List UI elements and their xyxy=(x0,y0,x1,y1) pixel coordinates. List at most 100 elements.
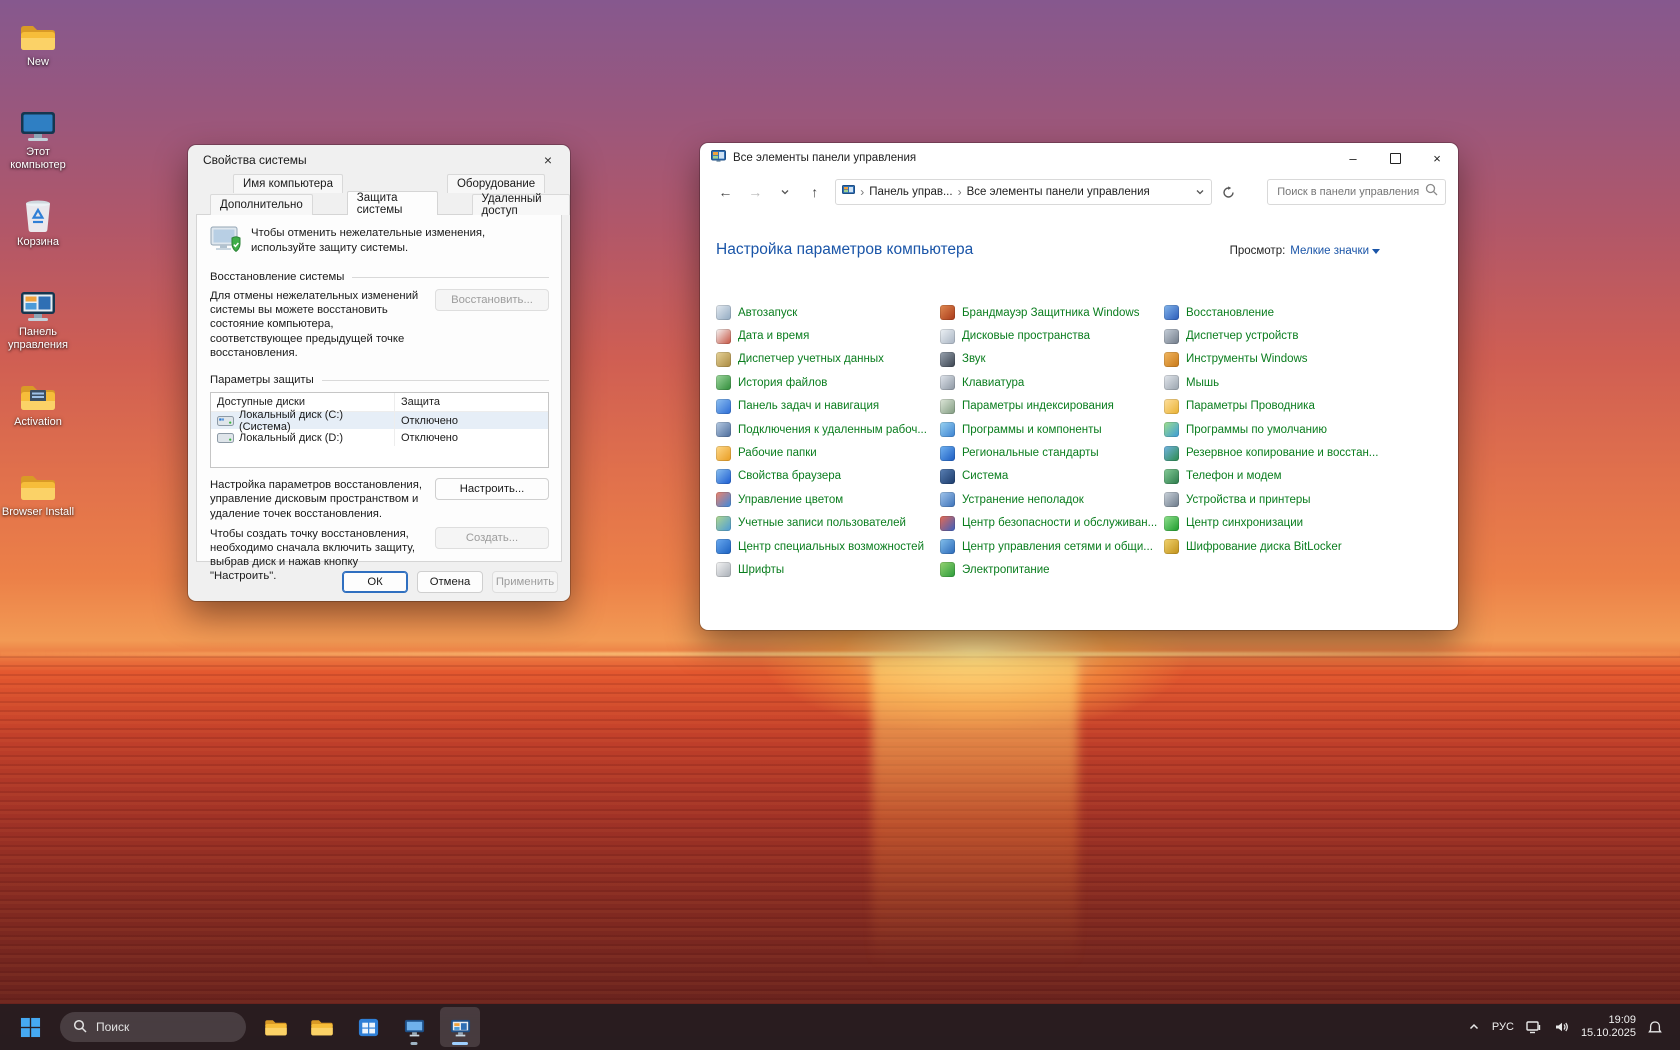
control-panel-task-button[interactable] xyxy=(440,1007,480,1047)
tray-chevron-up-icon[interactable] xyxy=(1468,1021,1480,1033)
recent-locations-dropdown[interactable] xyxy=(772,179,799,205)
network-icon[interactable] xyxy=(1526,1020,1542,1034)
tab-system-protection[interactable]: Защита системы xyxy=(347,191,438,215)
cp-column: Автозапуск Дата и времяДиспетчер учетных … xyxy=(716,301,940,582)
cp-item-credential-manager[interactable]: Диспетчер учетных данных xyxy=(716,348,940,371)
cp-item-fonts[interactable]: Шрифты xyxy=(716,558,940,581)
restore-button[interactable]: Восстановить... xyxy=(435,289,549,311)
clock[interactable]: 19:09 15.10.2025 xyxy=(1581,1014,1636,1040)
cp-item-ease-of-access[interactable]: Центр специальных возможностей xyxy=(716,535,940,558)
address-dropdown-icon[interactable] xyxy=(1195,187,1205,197)
control-panel-window: Все элементы панели управления – × ← → ↑… xyxy=(700,143,1458,630)
cp-item-device-manager[interactable]: Диспетчер устройств xyxy=(1164,324,1388,347)
configure-button[interactable]: Настроить... xyxy=(435,478,549,500)
breadcrumb-segment-control-panel[interactable]: Панель управ... xyxy=(869,186,952,198)
cp-item-storage-spaces[interactable]: Дисковые пространства xyxy=(940,324,1164,347)
cp-item-network-sharing[interactable]: Центр управления сетями и общи... xyxy=(940,535,1164,558)
system-properties-dialog: Свойства системы × Имя компьютераОборудо… xyxy=(188,145,570,601)
desktop-icon-label: Этот компьютер xyxy=(1,146,75,172)
desktop-icon-recycle-bin[interactable]: Корзина xyxy=(0,190,76,275)
cp-item-autoplay[interactable]: Автозапуск xyxy=(716,301,940,324)
system-properties-task-button[interactable] xyxy=(394,1007,434,1047)
disk-row[interactable]: Локальный диск (D:)Отключено xyxy=(211,429,548,446)
protection-intro-text: Чтобы отменить нежелательные изменения, … xyxy=(251,226,543,255)
cp-item-power-options[interactable]: Электропитание xyxy=(940,558,1164,581)
breadcrumb-segment-all-items[interactable]: Все элементы панели управления xyxy=(967,186,1150,198)
cp-item-backup-restore[interactable]: Резервное копирование и восстан... xyxy=(1164,441,1388,464)
file-explorer-button[interactable] xyxy=(256,1007,296,1047)
close-icon[interactable]: × xyxy=(534,148,562,172)
cp-item-indexing-options[interactable]: Параметры индексирования xyxy=(940,395,1164,418)
cp-item-phone-modem[interactable]: Телефон и модем xyxy=(1164,465,1388,488)
cp-item-remoteapp[interactable]: Подключения к удаленным рабоч... xyxy=(716,418,940,441)
cp-item-programs-features[interactable]: Программы и компоненты xyxy=(940,418,1164,441)
forward-button[interactable]: → xyxy=(742,179,769,205)
desktop-icon-folder-files[interactable]: Activation xyxy=(0,370,76,455)
store-app-button[interactable] xyxy=(348,1007,388,1047)
cp-item-windows-tools[interactable]: Инструменты Windows xyxy=(1164,348,1388,371)
maximize-button[interactable] xyxy=(1374,143,1416,173)
cp-item-security-maintenance[interactable]: Центр безопасности и обслуживан... xyxy=(940,512,1164,535)
cp-item-taskbar-navigation[interactable]: Панель задач и навигация xyxy=(716,395,940,418)
notification-bell-icon[interactable] xyxy=(1648,1020,1662,1035)
desktop-icon-list: New Этот компьютер КорзинаПанель управлени… xyxy=(0,10,76,545)
cp-item-keyboard[interactable]: Клавиатура xyxy=(940,371,1164,394)
desktop: New Этот компьютер КорзинаПанель управлени… xyxy=(0,0,1680,1050)
desktop-icon-control-panel[interactable]: Панель управления xyxy=(0,280,76,365)
cp-item-label: История файлов xyxy=(738,377,827,389)
cp-item-label: Региональные стандарты xyxy=(962,447,1099,459)
internet-options-icon xyxy=(716,469,731,484)
tab-computer-name[interactable]: Имя компьютера xyxy=(233,174,343,193)
desktop-icon-folder[interactable]: Browser Install xyxy=(0,460,76,545)
tab-remote[interactable]: Удаленный доступ xyxy=(472,194,571,215)
minimize-button[interactable]: – xyxy=(1332,143,1374,173)
cp-item-label: Шрифты xyxy=(738,564,784,576)
refresh-button[interactable] xyxy=(1215,179,1242,205)
desktop-icon-folder[interactable]: New xyxy=(0,10,76,95)
group-protection-params: Параметры защиты xyxy=(210,374,549,386)
taskbar-search[interactable]: Поиск xyxy=(60,1012,246,1042)
cp-item-label: Шифрование диска BitLocker xyxy=(1186,541,1342,553)
start-button[interactable] xyxy=(10,1007,50,1047)
create-button[interactable]: Создать... xyxy=(435,527,549,549)
cp-item-sound[interactable]: Звук xyxy=(940,348,1164,371)
cp-item-color-management[interactable]: Управление цветом xyxy=(716,488,940,511)
language-indicator[interactable]: РУС xyxy=(1492,1021,1514,1033)
view-by-dropdown[interactable]: Мелкие значки xyxy=(1290,245,1380,257)
back-button[interactable]: ← xyxy=(712,179,739,205)
cp-item-label: Диспетчер устройств xyxy=(1186,330,1298,342)
cp-item-explorer-options[interactable]: Параметры Проводника xyxy=(1164,395,1388,418)
folder-app-button[interactable] xyxy=(302,1007,342,1047)
cp-item-devices-printers[interactable]: Устройства и принтеры xyxy=(1164,488,1388,511)
cp-item-default-programs[interactable]: Программы по умолчанию xyxy=(1164,418,1388,441)
cp-item-label: Автозапуск xyxy=(738,307,797,319)
credential-manager-icon xyxy=(716,352,731,367)
cp-item-user-accounts[interactable]: Учетные записи пользователей xyxy=(716,512,940,535)
cp-item-work-folders[interactable]: Рабочие папки xyxy=(716,441,940,464)
tab-hardware[interactable]: Оборудование xyxy=(447,174,545,193)
cp-item-file-history[interactable]: История файлов xyxy=(716,371,940,394)
cp-item-bitlocker[interactable]: Шифрование диска BitLocker xyxy=(1164,535,1388,558)
cp-item-label: Восстановление xyxy=(1186,307,1274,319)
cp-item-date-time[interactable]: Дата и время xyxy=(716,324,940,347)
tab-advanced[interactable]: Дополнительно xyxy=(210,194,313,215)
cp-item-region[interactable]: Региональные стандарты xyxy=(940,441,1164,464)
desktop-icon-computer[interactable]: Этот компьютер xyxy=(0,100,76,185)
disk-row[interactable]: Локальный диск (C:) (Система)Отключено xyxy=(211,412,548,429)
search-input[interactable] xyxy=(1275,185,1425,199)
cp-item-sync-center[interactable]: Центр синхронизации xyxy=(1164,512,1388,535)
close-button[interactable]: × xyxy=(1416,143,1458,173)
cp-item-firewall[interactable]: Брандмауэр Защитника Windows xyxy=(940,301,1164,324)
sun-reflection xyxy=(872,656,1078,966)
cp-item-internet-options[interactable]: Свойства браузера xyxy=(716,465,940,488)
region-icon xyxy=(940,446,955,461)
drive-icon xyxy=(217,415,234,427)
cp-item-mouse[interactable]: Мышь xyxy=(1164,371,1388,394)
up-button[interactable]: ↑ xyxy=(801,179,828,205)
cp-item-troubleshooting[interactable]: Устранение неполадок xyxy=(940,488,1164,511)
taskbar-navigation-icon xyxy=(716,399,731,414)
cp-item-label: Панель задач и навигация xyxy=(738,400,879,412)
cp-item-recovery[interactable]: Восстановление xyxy=(1164,301,1388,324)
volume-icon[interactable] xyxy=(1554,1020,1569,1034)
cp-item-system[interactable]: Система xyxy=(940,465,1164,488)
